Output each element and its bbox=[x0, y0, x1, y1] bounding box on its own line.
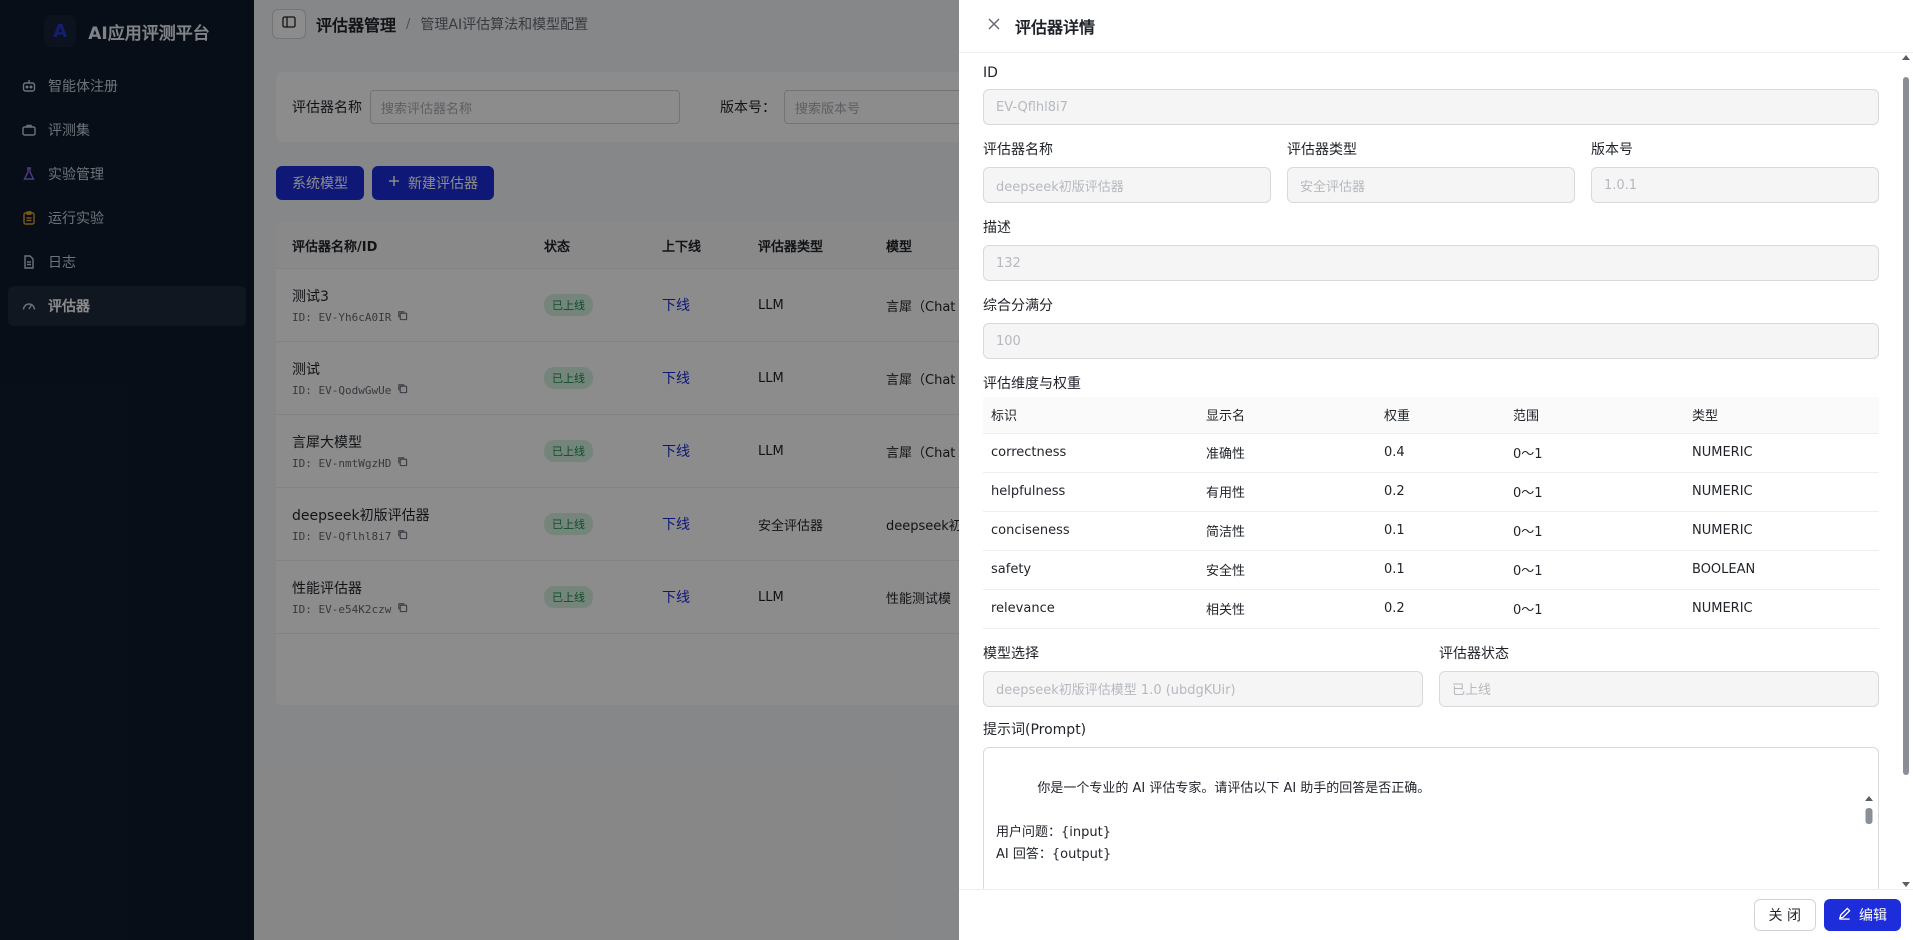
dimensions-header-row: 标识 显示名 权重 范围 类型 bbox=[983, 397, 1879, 434]
name-field: 评估器名称 deepseek初版评估器 bbox=[983, 139, 1271, 203]
dimension-row: conciseness 简洁性 0.1 0～1 NUMERIC bbox=[983, 511, 1879, 551]
prompt-label: 提示词(Prompt) bbox=[983, 721, 1087, 738]
dim-display: 简洁性 bbox=[1198, 511, 1376, 551]
drawer-footer: 关 闭 编辑 bbox=[959, 889, 1913, 940]
dim-weight: 0.1 bbox=[1376, 550, 1505, 590]
model-select[interactable]: deepseek初版评估模型 1.0 (ubdgKUir) bbox=[983, 670, 1423, 707]
dim-key: correctness bbox=[983, 433, 1198, 473]
dim-range: 0～1 bbox=[1505, 472, 1684, 512]
max-score-field: 综合分满分 100 bbox=[983, 295, 1879, 359]
dim-range: 0～1 bbox=[1505, 550, 1684, 590]
dimensions-section: 评估维度与权重 标识 显示名 权重 范围 类型 correctness 准确性 … bbox=[983, 373, 1879, 629]
app-root: A AI应用评测平台 智能体注册 评测集 实验管理 运行实验 日志 评估器 评估… bbox=[0, 0, 1913, 940]
version-label: 版本号 bbox=[1591, 142, 1633, 158]
name-input[interactable]: deepseek初版评估器 bbox=[983, 167, 1271, 203]
dim-display: 准确性 bbox=[1198, 433, 1376, 473]
prompt-textarea[interactable]: 你是一个专业的 AI 评估专家。请评估以下 AI 助手的回答是否正确。 用户问题… bbox=[983, 746, 1879, 890]
type-field: 评估器类型 安全评估器 bbox=[1287, 139, 1575, 203]
max-score-label: 综合分满分 bbox=[983, 298, 1053, 314]
dim-range: 0～1 bbox=[1505, 511, 1684, 551]
name-label: 评估器名称 bbox=[983, 142, 1053, 158]
dim-type: NUMERIC bbox=[1684, 511, 1879, 551]
dim-header-range: 范围 bbox=[1505, 397, 1684, 434]
id-field: ID EV-Qflhl8i7 bbox=[983, 65, 1879, 125]
status-input[interactable]: 已上线 bbox=[1439, 670, 1879, 707]
dim-header-type: 类型 bbox=[1684, 397, 1879, 434]
dim-range: 0～1 bbox=[1505, 589, 1684, 629]
dim-type: NUMERIC bbox=[1684, 472, 1879, 512]
dim-key: safety bbox=[983, 550, 1198, 590]
description-label: 描述 bbox=[983, 220, 1011, 236]
version-input[interactable]: 1.0.1 bbox=[1591, 167, 1879, 203]
dim-header-display: 显示名 bbox=[1198, 397, 1376, 434]
dim-weight: 0.2 bbox=[1376, 472, 1505, 512]
model-label: 模型选择 bbox=[983, 645, 1039, 662]
dimensions-label: 评估维度与权重 bbox=[983, 376, 1081, 392]
dim-header-weight: 权重 bbox=[1376, 397, 1505, 434]
dim-display: 有用性 bbox=[1198, 472, 1376, 512]
id-label: ID bbox=[983, 65, 998, 81]
evaluator-detail-drawer: 评估器详情 ID EV-Qflhl8i7 评估器名称 deepseek初版评估器… bbox=[959, 0, 1913, 940]
dimension-row: relevance 相关性 0.2 0～1 NUMERIC bbox=[983, 589, 1879, 629]
dimensions-table: 标识 显示名 权重 范围 类型 correctness 准确性 0.4 0～1 bbox=[983, 397, 1879, 629]
dim-type: NUMERIC bbox=[1684, 589, 1879, 629]
prompt-scrollbar[interactable] bbox=[1862, 750, 1876, 890]
dim-key: conciseness bbox=[983, 511, 1198, 551]
drawer-header: 评估器详情 bbox=[959, 0, 1913, 53]
drawer-scrollbar[interactable] bbox=[1899, 53, 1913, 889]
dim-key: relevance bbox=[983, 589, 1198, 629]
status-field: 评估器状态 已上线 bbox=[1439, 643, 1879, 707]
prompt-field: 提示词(Prompt) 你是一个专业的 AI 评估专家。请评估以下 AI 助手的… bbox=[983, 719, 1879, 890]
dimension-row: correctness 准确性 0.4 0～1 NUMERIC bbox=[983, 433, 1879, 473]
status-label: 评估器状态 bbox=[1439, 645, 1509, 662]
max-score-input[interactable]: 100 bbox=[983, 323, 1879, 359]
drawer-body: ID EV-Qflhl8i7 评估器名称 deepseek初版评估器 评估器类型… bbox=[983, 53, 1879, 889]
description-input[interactable]: 132 bbox=[983, 245, 1879, 281]
dim-header-key: 标识 bbox=[983, 397, 1198, 434]
close-button[interactable]: 关 闭 bbox=[1753, 899, 1816, 931]
close-button-label: 关 闭 bbox=[1768, 908, 1801, 924]
version-field: 版本号 1.0.1 bbox=[1591, 139, 1879, 203]
dim-weight: 0.2 bbox=[1376, 589, 1505, 629]
dim-weight: 0.1 bbox=[1376, 511, 1505, 551]
type-label: 评估器类型 bbox=[1287, 142, 1357, 158]
dim-display: 相关性 bbox=[1198, 589, 1376, 629]
dim-display: 安全性 bbox=[1198, 550, 1376, 590]
type-input[interactable]: 安全评估器 bbox=[1287, 167, 1575, 203]
dim-range: 0～1 bbox=[1505, 433, 1684, 473]
dim-type: NUMERIC bbox=[1684, 433, 1879, 473]
dimension-row: safety 安全性 0.1 0～1 BOOLEAN bbox=[983, 550, 1879, 590]
model-field: 模型选择 deepseek初版评估模型 1.0 (ubdgKUir) bbox=[983, 643, 1423, 707]
edit-button[interactable]: 编辑 bbox=[1824, 899, 1901, 931]
edit-button-label: 编辑 bbox=[1859, 908, 1887, 924]
id-input[interactable]: EV-Qflhl8i7 bbox=[983, 89, 1879, 125]
pencil-icon bbox=[1838, 906, 1851, 924]
dimension-row: helpfulness 有用性 0.2 0～1 NUMERIC bbox=[983, 472, 1879, 512]
prompt-text: 你是一个专业的 AI 评估专家。请评估以下 AI 助手的回答是否正确。 用户问题… bbox=[996, 780, 1431, 862]
description-field: 描述 132 bbox=[983, 217, 1879, 281]
dim-key: helpfulness bbox=[983, 472, 1198, 512]
drawer-title: 评估器详情 bbox=[1015, 18, 1096, 37]
dim-type: BOOLEAN bbox=[1684, 550, 1879, 590]
name-type-version-row: 评估器名称 deepseek初版评估器 评估器类型 安全评估器 版本号 1.0.… bbox=[983, 139, 1879, 203]
dim-weight: 0.4 bbox=[1376, 433, 1505, 473]
model-status-row: 模型选择 deepseek初版评估模型 1.0 (ubdgKUir) 评估器状态… bbox=[983, 643, 1879, 707]
close-icon[interactable] bbox=[987, 17, 1001, 35]
